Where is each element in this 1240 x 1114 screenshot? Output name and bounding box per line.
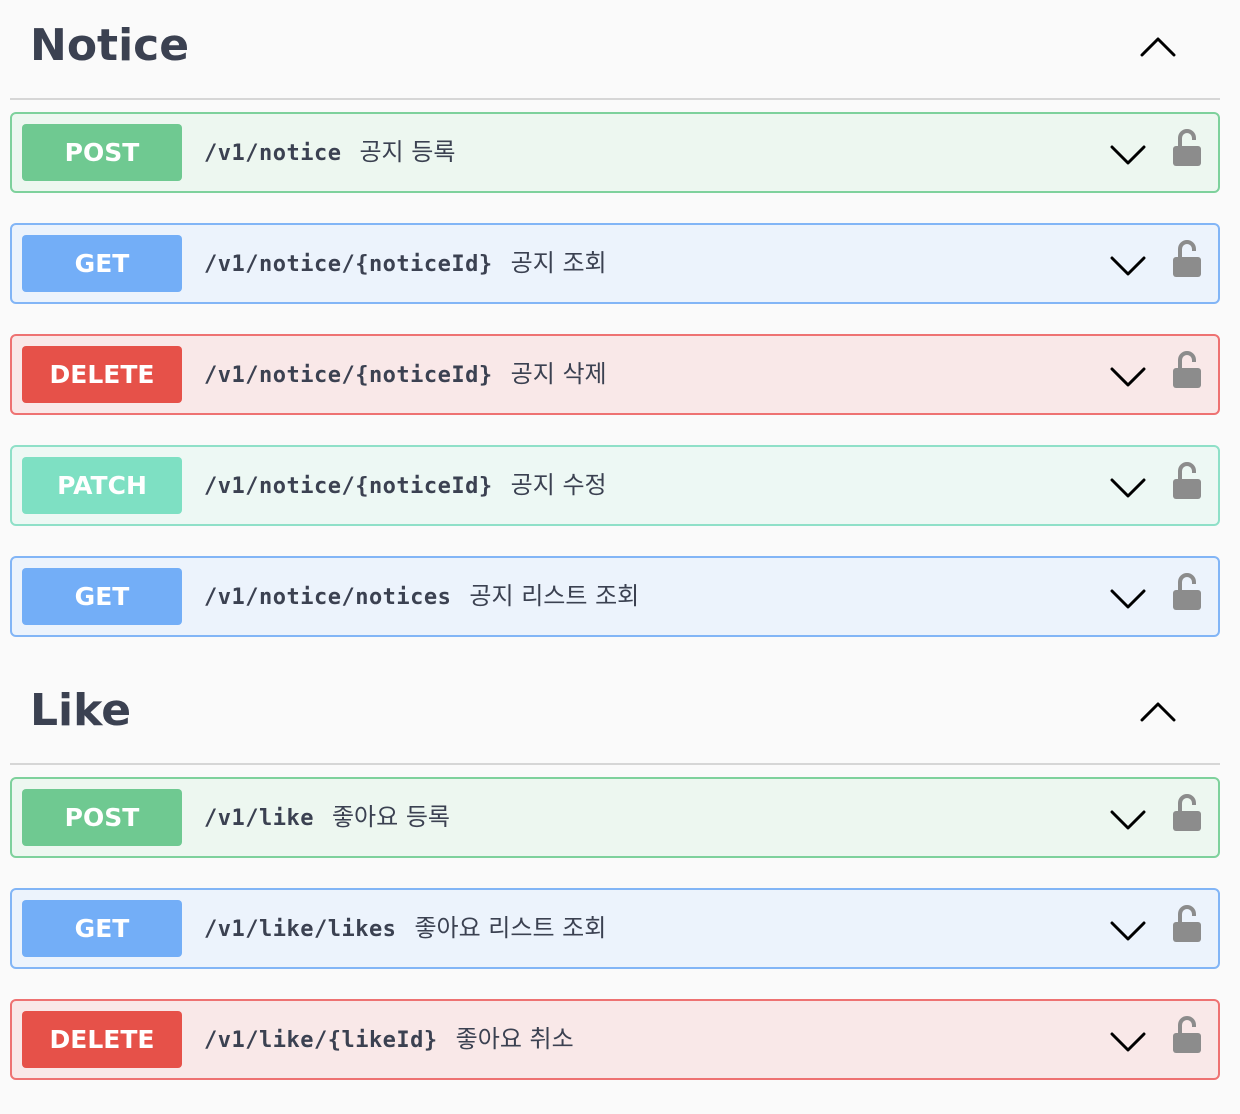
endpoint-path: /v1/like/{likeId}: [204, 1028, 438, 1053]
method-badge: POST: [22, 789, 182, 846]
endpoint-summary: 좋아요 취소: [455, 1025, 574, 1053]
operation-row[interactable]: GET /v1/notice/{noticeId} 공지 조회: [10, 223, 1220, 304]
chevron-down-icon[interactable]: [1108, 360, 1148, 392]
chevron-down-icon[interactable]: [1108, 138, 1148, 170]
unlocked-padlock-icon[interactable]: [1172, 350, 1202, 390]
chevron-down-icon[interactable]: [1108, 803, 1148, 835]
unlocked-padlock-icon[interactable]: [1172, 904, 1202, 944]
chevron-up-icon[interactable]: [1138, 693, 1178, 729]
tag-section-notice: Notice: [0, 0, 1240, 100]
method-badge: GET: [22, 568, 182, 625]
endpoint-summary: 좋아요 리스트 조회: [414, 914, 607, 942]
endpoint-path: /v1/like/likes: [204, 917, 397, 942]
chevron-down-icon[interactable]: [1108, 249, 1148, 281]
operation-row[interactable]: GET /v1/like/likes 좋아요 리스트 조회: [10, 888, 1220, 969]
operation-row[interactable]: DELETE /v1/like/{likeId} 좋아요 취소: [10, 999, 1220, 1080]
method-badge: GET: [22, 235, 182, 292]
section-title: Like: [30, 685, 132, 736]
operation-row[interactable]: POST /v1/like 좋아요 등록: [10, 777, 1220, 858]
endpoint-summary: 공지 리스트 조회: [469, 582, 640, 610]
method-badge: GET: [22, 900, 182, 957]
chevron-down-icon[interactable]: [1108, 1025, 1148, 1057]
tag-section-like: Like: [0, 665, 1240, 765]
endpoint-path: /v1/notice/notices: [204, 585, 452, 610]
endpoint-path: /v1/notice/{noticeId}: [204, 363, 493, 388]
unlocked-padlock-icon[interactable]: [1172, 1015, 1202, 1055]
unlocked-padlock-icon[interactable]: [1172, 128, 1202, 168]
endpoint-summary: 공지 조회: [510, 249, 607, 277]
endpoint-path: /v1/notice/{noticeId}: [204, 474, 493, 499]
method-badge: DELETE: [22, 1011, 182, 1068]
method-badge: PATCH: [22, 457, 182, 514]
endpoint-path: /v1/like: [204, 806, 314, 831]
unlocked-padlock-icon[interactable]: [1172, 461, 1202, 501]
operation-row[interactable]: PATCH /v1/notice/{noticeId} 공지 수정: [10, 445, 1220, 526]
method-badge: DELETE: [22, 346, 182, 403]
operation-row[interactable]: POST /v1/notice 공지 등록: [10, 112, 1220, 193]
section-header[interactable]: Notice: [10, 0, 1220, 100]
endpoint-path: /v1/notice/{noticeId}: [204, 252, 493, 277]
chevron-down-icon[interactable]: [1108, 471, 1148, 503]
method-badge: POST: [22, 124, 182, 181]
chevron-up-icon[interactable]: [1138, 28, 1178, 64]
endpoint-summary: 공지 수정: [510, 471, 607, 499]
endpoint-summary: 공지 삭제: [510, 360, 607, 388]
chevron-down-icon[interactable]: [1108, 914, 1148, 946]
endpoint-path: /v1/notice: [204, 141, 342, 166]
unlocked-padlock-icon[interactable]: [1172, 793, 1202, 833]
endpoint-summary: 좋아요 등록: [331, 803, 450, 831]
section-title: Notice: [30, 20, 190, 71]
endpoint-summary: 공지 등록: [359, 138, 456, 166]
unlocked-padlock-icon[interactable]: [1172, 572, 1202, 612]
unlocked-padlock-icon[interactable]: [1172, 239, 1202, 279]
operation-row[interactable]: DELETE /v1/notice/{noticeId} 공지 삭제: [10, 334, 1220, 415]
operation-row[interactable]: GET /v1/notice/notices 공지 리스트 조회: [10, 556, 1220, 637]
section-header[interactable]: Like: [10, 665, 1220, 765]
chevron-down-icon[interactable]: [1108, 582, 1148, 614]
